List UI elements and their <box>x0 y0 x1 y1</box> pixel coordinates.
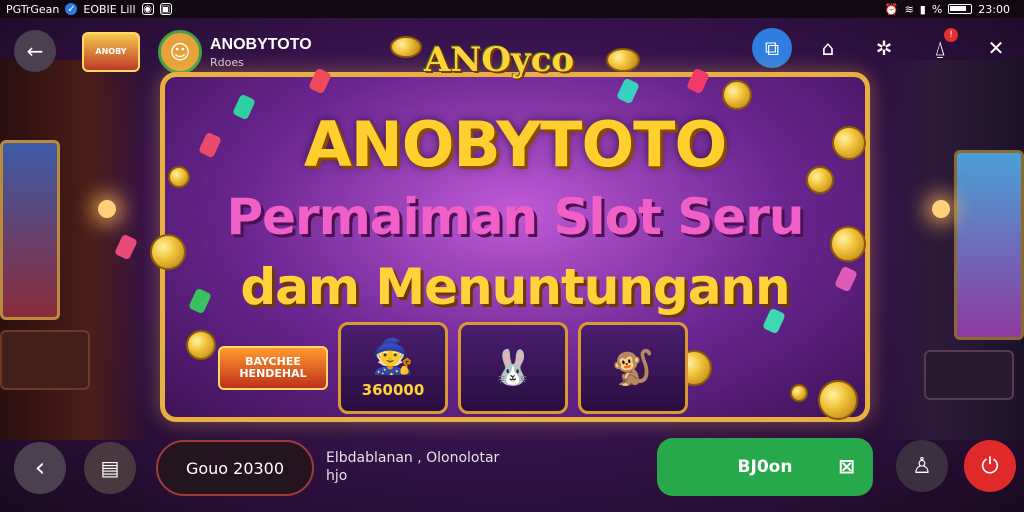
app-title: ANOBYTOTO <box>210 36 312 53</box>
status-bar: PGTrGean ✓ EOBIE Lill ◉ ▣ ⏰ ≋ ▮ % 23:00 <box>0 0 1024 18</box>
logo: ANOBY <box>82 32 140 72</box>
compass-button[interactable]: ⌂ <box>808 28 848 68</box>
avatar-face-icon: ☺ <box>169 40 191 64</box>
user-icon: ♙ <box>912 453 932 479</box>
app-subtitle: Rdoes <box>210 56 244 69</box>
slot-machine <box>954 150 1024 340</box>
game-tile[interactable]: 🐒 <box>578 322 688 414</box>
messenger-icon: ✓ <box>65 3 78 15</box>
cta-label: BJ0on <box>737 457 793 477</box>
cta-button[interactable]: BJ0on ⊠ <box>657 438 873 496</box>
notification-button[interactable]: ⍙ ! <box>920 28 960 68</box>
wallet-icon: ▤ <box>100 456 120 480</box>
back-button[interactable]: ← <box>14 30 56 72</box>
battery-icon <box>948 4 973 14</box>
slot-machine <box>0 140 60 320</box>
close-ad-icon[interactable]: ⊠ <box>838 454 855 478</box>
clock: 23:00 <box>978 2 1010 16</box>
slot-machine-base <box>0 330 90 390</box>
settings-button[interactable]: ✲ <box>864 28 904 68</box>
back-button[interactable]: ‹ <box>14 442 66 494</box>
info-text: Elbdablanan , Olonolotar hjo <box>326 450 500 484</box>
lamp-icon <box>932 200 950 218</box>
profile-button[interactable]: ♙ <box>896 440 948 492</box>
tile-amount: 360000 <box>361 381 425 399</box>
banner-subheadline: Permaiman Slot Seru <box>226 188 804 246</box>
power-button[interactable]: ⏻ <box>964 440 1016 492</box>
bottom-bar: ‹ ▤ Gouo 20300 Elbdablanan , Olonolotar … <box>0 436 1024 500</box>
cast-icon: ⧉ <box>764 36 780 60</box>
coin-icon <box>606 48 640 72</box>
game-tile[interactable]: 🧙 360000 <box>338 322 448 414</box>
wifi-icon: ≋ <box>904 2 914 16</box>
hero-icon: 🧙 <box>371 337 415 377</box>
signal-icon: ▮ <box>919 2 926 16</box>
lamp-icon <box>98 200 116 218</box>
game-tile[interactable]: 🐰 <box>458 322 568 414</box>
close-icon: ✕ <box>987 36 1005 60</box>
monkey-icon: 🐒 <box>611 348 655 388</box>
coin-icon <box>390 36 422 58</box>
status-text-2: EOBIE Lill <box>83 2 136 16</box>
notification-icon: ⍙ <box>934 36 946 60</box>
power-icon: ⏻ <box>981 453 999 479</box>
wallet-button[interactable]: ▤ <box>84 442 136 494</box>
coin-icon <box>818 380 858 420</box>
arcade-background-right <box>874 60 1024 440</box>
avatar[interactable]: ☺ <box>158 30 202 74</box>
image-icon: ▣ <box>159 3 172 15</box>
notification-badge: ! <box>944 28 958 42</box>
back-icon: ← <box>26 39 44 63</box>
amount-field[interactable]: Gouo 20300 <box>156 440 314 496</box>
banner-headline: ANOBYTOTO <box>303 108 727 181</box>
alarm-icon: ⏰ <box>884 2 899 16</box>
cast-button[interactable]: ⧉ <box>752 28 792 68</box>
coin-icon <box>186 330 216 360</box>
rabbit-icon: 🐰 <box>491 348 535 388</box>
settings-icon: ✲ <box>875 36 893 60</box>
top-actions: ⧉ ⌂ ✲ ⍙ ! ✕ <box>752 28 1016 68</box>
compass-icon: ⌂ <box>821 36 835 60</box>
app-icon: ◉ <box>141 3 154 15</box>
promo-label: BAYCHEE HENDEHAL <box>218 345 328 391</box>
status-text: PGTrGean <box>6 2 60 16</box>
chevron-left-icon: ‹ <box>34 453 46 483</box>
coin-icon <box>722 80 752 110</box>
battery-percent: % <box>931 2 943 16</box>
promo-tile[interactable]: BAYCHEE HENDEHAL <box>218 322 328 414</box>
close-button[interactable]: ✕ <box>976 28 1016 68</box>
slot-machine-base <box>924 350 1014 400</box>
coin-icon <box>790 384 808 402</box>
game-tiles: BAYCHEE HENDEHAL 🧙 360000 🐰 🐒 <box>218 322 688 414</box>
banner-tagline: dam Menuntungann <box>240 258 790 316</box>
banner-tag: ANOyco <box>424 40 575 80</box>
